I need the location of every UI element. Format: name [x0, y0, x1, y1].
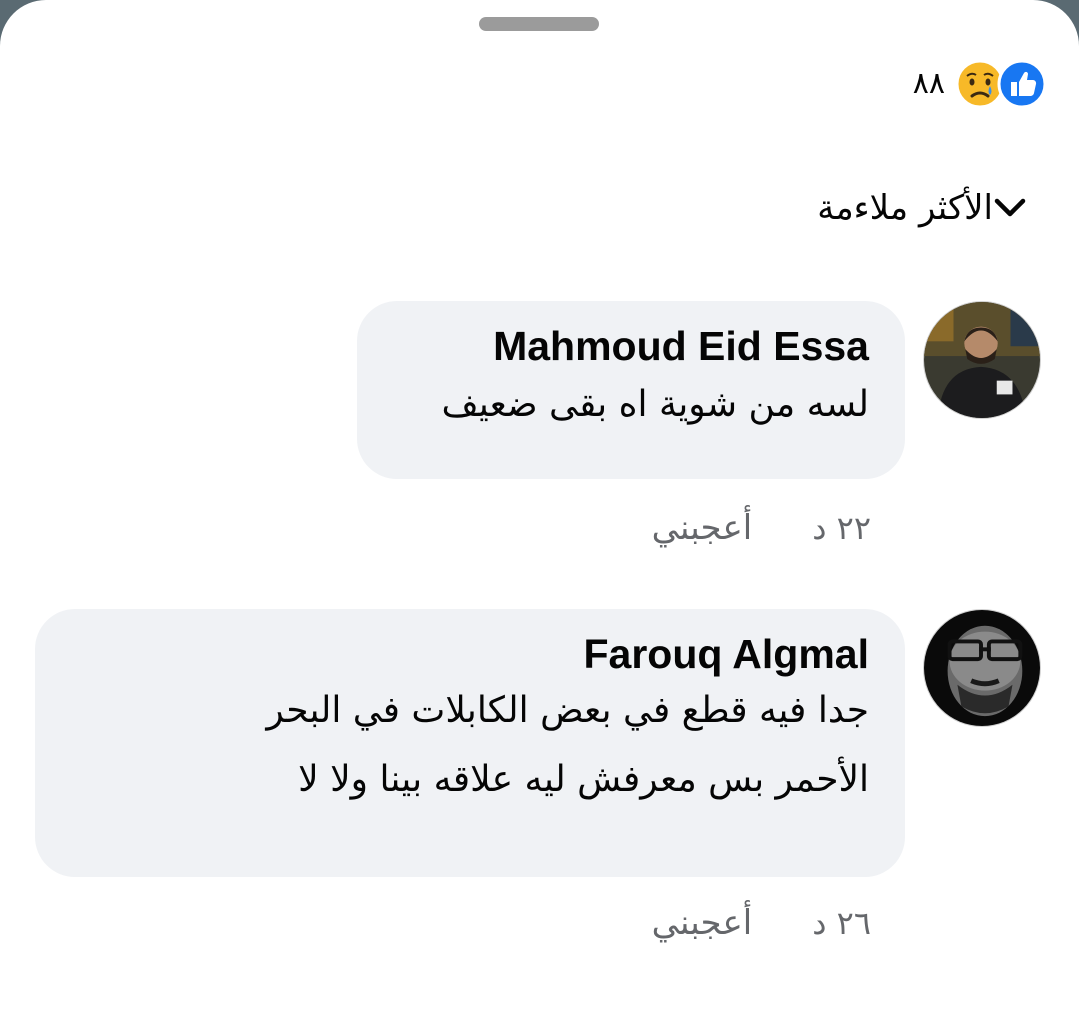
- sort-dropdown[interactable]: الأكثر ملاءمة: [817, 183, 1041, 233]
- comment-bubble[interactable]: Mahmoud Eid Essa لسه من شوية اه بقى ضعيف: [357, 301, 905, 479]
- comment-time: ٢٦ د: [812, 904, 871, 942]
- comment-meta: ٢٦ د أعجبني: [652, 903, 871, 943]
- comment-author[interactable]: Mahmoud Eid Essa: [393, 323, 869, 370]
- comment-time: ٢٢ د: [812, 509, 871, 547]
- drag-handle[interactable]: [479, 17, 599, 31]
- comment-text-line: الأحمر بس معرفش ليه علاقه بينا ولا لا: [298, 759, 869, 800]
- like-icon: [997, 59, 1047, 109]
- avatar-photo: [924, 610, 1040, 726]
- comment-bubble[interactable]: Farouq Algmal جدا فيه قطع في بعض الكابلا…: [35, 609, 905, 877]
- comment-text-line: جدا فيه قطع في بعض الكابلات في البحر: [266, 690, 869, 731]
- avatar-photo: [924, 302, 1040, 418]
- avatar[interactable]: [923, 301, 1041, 419]
- comment-text: لسه من شوية اه بقى ضعيف: [441, 384, 869, 425]
- like-button[interactable]: أعجبني: [652, 508, 753, 548]
- reactions-summary[interactable]: ٨٨: [913, 57, 1047, 111]
- comments-sheet: ٨٨ الأكثر ملاءمة Mahmoud Eid Essa لسه من…: [0, 0, 1079, 1031]
- comment-author[interactable]: Farouq Algmal: [71, 631, 870, 678]
- comment-meta: ٢٢ د أعجبني: [652, 508, 871, 548]
- reaction-count: ٨٨: [912, 66, 945, 101]
- chevron-down-icon: [994, 198, 1026, 217]
- avatar[interactable]: [923, 609, 1041, 727]
- sort-label: الأكثر ملاءمة: [817, 188, 993, 228]
- like-button[interactable]: أعجبني: [652, 903, 753, 943]
